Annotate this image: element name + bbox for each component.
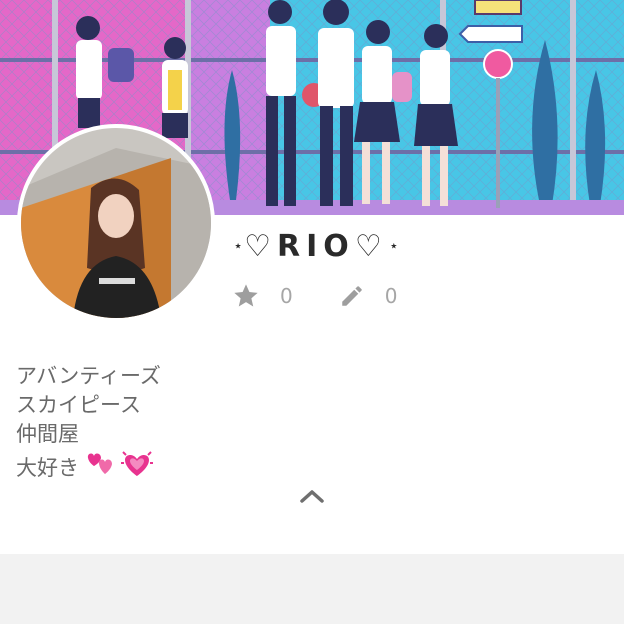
heart-decoration-left: ♡	[244, 228, 278, 264]
stat-posts-count: 0	[384, 284, 398, 308]
bio-line-last: 大好き	[16, 449, 416, 487]
bio-line: アバンティーズ	[16, 364, 161, 388]
profile-stats: 0 0	[232, 280, 443, 312]
stat-stars-count: 0	[280, 284, 293, 308]
bio-line: スカイピース	[16, 393, 141, 417]
bio-line: 大好き	[16, 455, 79, 480]
profile-name: ⋆ ♡ RIO ♡ ⋆	[232, 224, 400, 268]
profile-bio: アバンティーズ スカイピース 仲間屋 大好き	[16, 362, 416, 487]
star-decoration-left: ⋆	[234, 238, 243, 254]
star-decoration-right: ⋆	[389, 238, 398, 254]
name-text: RIO	[277, 228, 355, 264]
two-hearts-icon	[85, 450, 115, 486]
profile-card: ⋆ ♡ RIO ♡ ⋆ 0 0 アバンティーズ スカイピース 仲間屋 大好き	[0, 0, 624, 554]
star-icon	[232, 282, 260, 310]
collapse-button[interactable]	[297, 486, 327, 510]
pencil-icon	[339, 283, 365, 309]
heart-decoration-right: ♡	[354, 228, 388, 264]
stat-stars[interactable]: 0	[232, 282, 293, 310]
beating-heart-icon	[121, 449, 153, 487]
bio-line: 仲間屋	[16, 422, 79, 446]
stat-posts[interactable]: 0	[339, 283, 398, 309]
chevron-up-icon	[299, 488, 325, 508]
avatar[interactable]	[17, 124, 215, 322]
